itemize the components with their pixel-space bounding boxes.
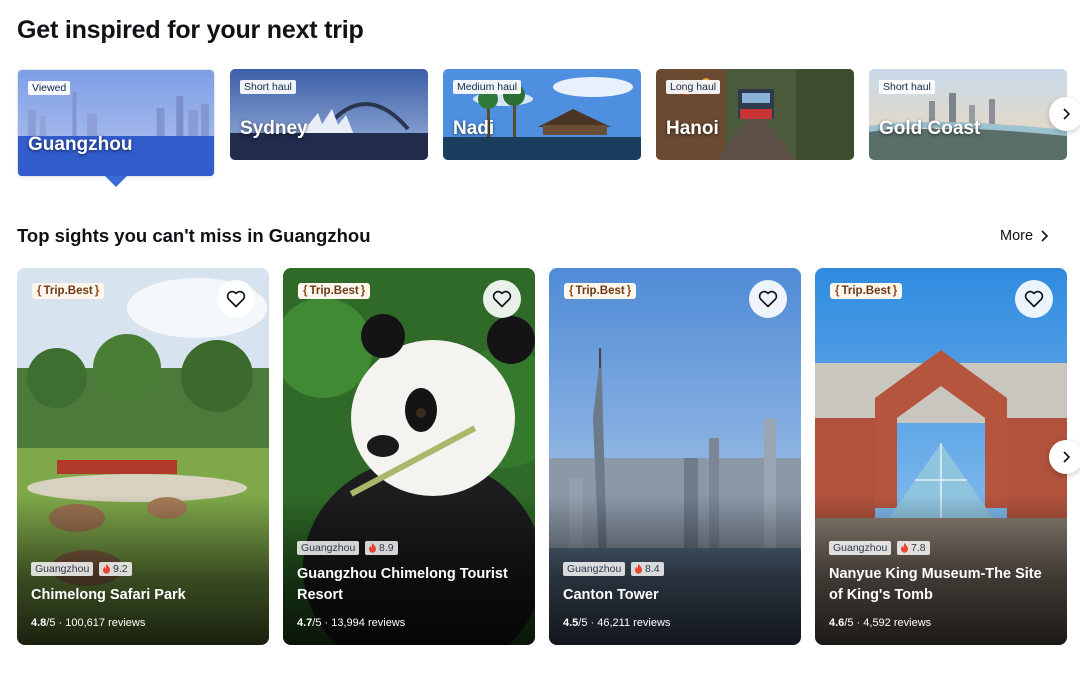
sight-rating: 4.7/5 · 13,994 reviews — [297, 617, 406, 629]
heart-icon — [758, 290, 778, 308]
favorite-button[interactable] — [749, 280, 787, 318]
destination-card-hanoi[interactable]: Long haul Hanoi — [656, 69, 854, 160]
fire-icon — [369, 543, 376, 553]
sight-rating: 4.5/5 · 46,211 reviews — [563, 617, 671, 629]
destinations-next-button[interactable] — [1049, 97, 1080, 131]
sight-card-chimelong-resort[interactable]: {Trip.Best} Guangzhou 8.9 Guangzhou Chim… — [283, 268, 535, 645]
destination-tag: Short haul — [879, 80, 935, 94]
city-tag: Guangzhou — [297, 541, 360, 555]
trip-best-badge: {Trip.Best} — [298, 283, 371, 299]
favorite-button[interactable] — [1015, 280, 1053, 318]
heat-score: 8.4 — [631, 562, 664, 576]
favorite-button[interactable] — [217, 280, 255, 318]
destination-tag: Viewed — [28, 81, 71, 95]
fire-icon — [635, 564, 642, 574]
destination-tag: Short haul — [240, 80, 296, 94]
sight-card-canton-tower[interactable]: {Trip.Best} Guangzhou 8.4 Canton Tower 4… — [549, 268, 801, 645]
destination-name: Guangzhou — [28, 134, 133, 155]
destination-card-guangzhou[interactable]: Viewed Guangzhou — [17, 69, 215, 177]
heat-score: 7.8 — [897, 541, 930, 555]
heat-score: 8.9 — [365, 541, 398, 555]
more-link[interactable]: More — [1000, 228, 1049, 244]
fire-icon — [901, 543, 908, 553]
destination-card-nadi[interactable]: Medium haul Nadi — [443, 69, 641, 160]
heart-icon — [226, 290, 246, 308]
heat-score: 9.2 — [99, 562, 132, 576]
chevron-right-icon — [1063, 451, 1071, 463]
destination-card-sydney[interactable]: Short haul Sydney — [230, 69, 428, 160]
more-label: More — [1000, 228, 1034, 244]
fire-icon — [103, 564, 110, 574]
destination-name: Gold Coast — [879, 118, 981, 139]
chevron-right-icon — [1063, 108, 1071, 120]
sight-title: Guangzhou Chimelong Tourist Resort — [297, 566, 508, 603]
city-tag: Guangzhou — [31, 562, 94, 576]
sight-rating: 4.6/5 · 4,592 reviews — [829, 617, 932, 629]
trip-best-badge: {Trip.Best} — [564, 283, 637, 299]
destination-tag: Medium haul — [453, 80, 522, 94]
sights-next-button[interactable] — [1049, 440, 1080, 474]
sight-title: Canton Tower — [563, 587, 659, 603]
city-tag: Guangzhou — [829, 541, 892, 555]
destination-carousel: Viewed Guangzhou Short haul Sydney Mediu… — [17, 69, 1080, 194]
sight-rating: 4.8/5 · 100,617 reviews — [31, 617, 146, 629]
destination-tag: Long haul — [666, 80, 721, 94]
destination-name: Nadi — [453, 118, 495, 139]
sight-card-nanyue-museum[interactable]: {Trip.Best} Guangzhou 7.8 Nanyue King Mu… — [815, 268, 1067, 645]
section-title-inspiration: Get inspired for your next trip — [17, 16, 364, 44]
sight-title: Nanyue King Museum-The Site of King's To… — [829, 566, 1042, 603]
trip-best-badge: {Trip.Best} — [32, 283, 105, 299]
destination-card-gold-coast[interactable]: Short haul Gold Coast — [869, 69, 1067, 160]
destination-name: Sydney — [240, 118, 308, 139]
destination-name: Hanoi — [666, 118, 719, 139]
city-tag: Guangzhou — [563, 562, 626, 576]
chevron-right-icon — [1041, 230, 1049, 242]
trip-best-badge: {Trip.Best} — [830, 283, 903, 299]
favorite-button[interactable] — [483, 280, 521, 318]
heart-icon — [492, 290, 512, 308]
sight-title: Chimelong Safari Park — [31, 587, 186, 603]
heart-icon — [1024, 290, 1044, 308]
active-pointer — [105, 176, 127, 187]
section-title-top-sights: Top sights you can't miss in Guangzhou — [17, 225, 371, 246]
sight-card-chimelong-safari[interactable]: {Trip.Best} Guangzhou 9.2 Chimelong Safa… — [17, 268, 269, 645]
